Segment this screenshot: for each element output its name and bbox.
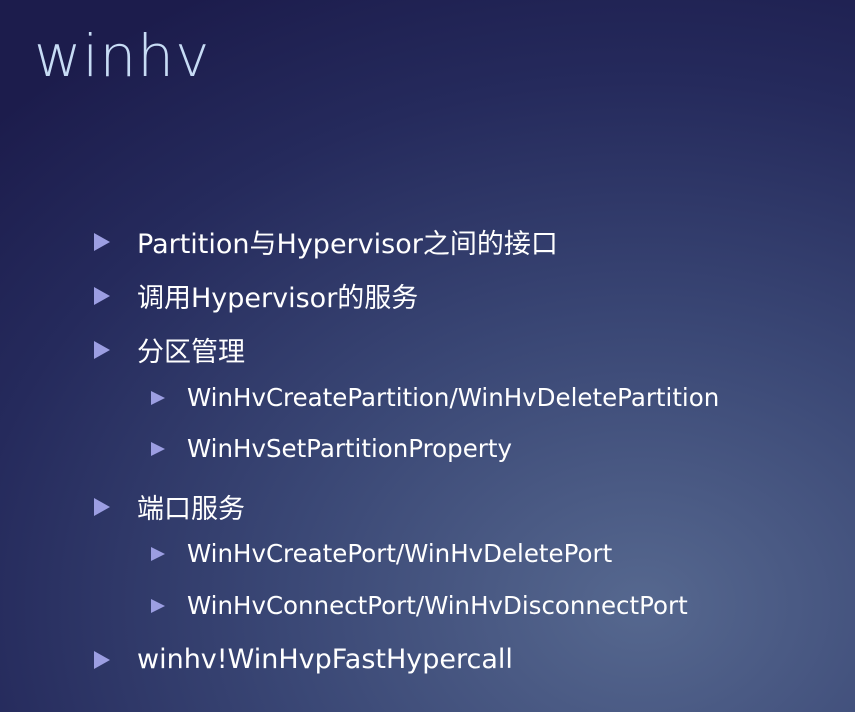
triangle-bullet-icon [94, 650, 110, 669]
bullet-text: WinHvSetPartitionProperty [187, 434, 512, 463]
sub-bullet-item: WinHvCreatePort/WinHvDeletePort [151, 539, 612, 568]
triangle-bullet-icon [151, 546, 165, 561]
bullet-text: 调用Hypervisor的服务 [137, 283, 419, 314]
bullet-item: 分区管理 [94, 330, 245, 369]
sub-bullet-item: WinHvCreatePartition/WinHvDeletePartitio… [151, 383, 719, 412]
bullet-item: Partition与Hypervisor之间的接口 [94, 222, 558, 261]
bullet-text: WinHvCreatePort/WinHvDeletePort [187, 539, 613, 568]
bullet-item: 调用Hypervisor的服务 [94, 276, 418, 315]
bullet-text: 分区管理 [137, 337, 245, 368]
sub-bullet-item: WinHvSetPartitionProperty [151, 434, 512, 463]
triangle-bullet-icon [151, 441, 165, 456]
slide-title: winhv [34, 22, 211, 90]
triangle-bullet-icon [151, 390, 165, 405]
triangle-bullet-icon [94, 286, 110, 305]
bullet-item: 端口服务 [94, 487, 245, 526]
bullet-text: winhv!WinHvpFastHypercall [137, 644, 513, 675]
triangle-bullet-icon [151, 598, 165, 613]
triangle-bullet-icon [94, 232, 110, 251]
triangle-bullet-icon [94, 340, 110, 359]
bullet-text: WinHvCreatePartition/WinHvDeletePartitio… [187, 383, 720, 412]
bullet-item: winhv!WinHvpFastHypercall [94, 644, 513, 675]
bullet-text: 端口服务 [137, 494, 245, 525]
sub-bullet-item: WinHvConnectPort/WinHvDisconnectPort [151, 591, 688, 620]
bullet-text: WinHvConnectPort/WinHvDisconnectPort [187, 591, 688, 620]
bullet-text: Partition与Hypervisor之间的接口 [137, 229, 558, 260]
triangle-bullet-icon [94, 497, 110, 516]
